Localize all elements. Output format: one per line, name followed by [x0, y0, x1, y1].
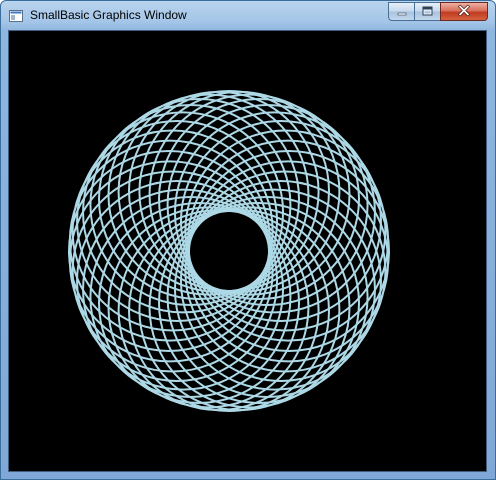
close-icon [458, 3, 470, 21]
minimize-icon [397, 3, 407, 21]
smallbasic-app-icon[interactable] [9, 9, 23, 22]
window-title: SmallBasic Graphics Window [30, 8, 187, 22]
maximize-icon [422, 3, 433, 21]
graphics-canvas-area[interactable] [8, 30, 487, 472]
title-bar[interactable]: SmallBasic Graphics Window [1, 1, 495, 31]
close-button[interactable] [440, 2, 488, 21]
smallbasic-graphics-window: SmallBasic Graphics Window [0, 0, 496, 480]
maximize-button[interactable] [414, 2, 441, 21]
minimize-button[interactable] [388, 2, 415, 21]
rosette-drawing [68, 90, 390, 412]
